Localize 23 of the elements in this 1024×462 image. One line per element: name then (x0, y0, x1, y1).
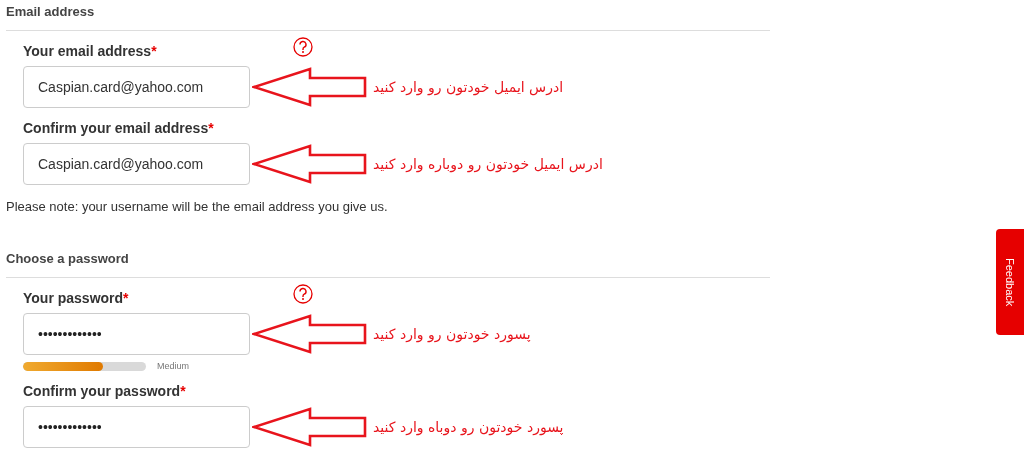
field-label: Confirm your password* (23, 383, 186, 399)
annotation-text: پسورد خودتون رو دوباه وارد کنید (373, 419, 564, 435)
annotation-text: ادرس ایمیل خودتون رو دوباره وارد کنید (373, 156, 603, 172)
field-label: Your password* (23, 290, 129, 306)
arrow-icon (252, 406, 368, 448)
arrow-icon (252, 66, 368, 108)
arrow-icon (252, 313, 368, 355)
help-icon[interactable] (293, 37, 313, 57)
note-text: Please note: your username will be the email address you give us. (6, 199, 389, 215)
annotation-text: پسورد خودتون رو وارد کنید (373, 326, 531, 342)
field-label: Your email address* (23, 43, 157, 59)
annotation-text: ادرس ایمیل خودتون رو وارد کنید (373, 79, 564, 95)
section-heading: Choose a password (6, 249, 770, 278)
strength-label: Medium (157, 361, 189, 371)
arrow-icon (252, 143, 368, 185)
password-field[interactable]: ••••••••••••• (23, 406, 250, 448)
email-field[interactable]: Caspian.card@yahoo.com (23, 143, 250, 185)
section-heading: Email address (6, 2, 770, 31)
help-icon[interactable] (293, 284, 313, 304)
email-field[interactable]: Caspian.card@yahoo.com (23, 66, 250, 108)
feedback-tab[interactable]: Feedback (996, 229, 1024, 335)
password-field[interactable]: ••••••••••••• (23, 313, 250, 355)
field-label: Confirm your email address* (23, 120, 214, 136)
